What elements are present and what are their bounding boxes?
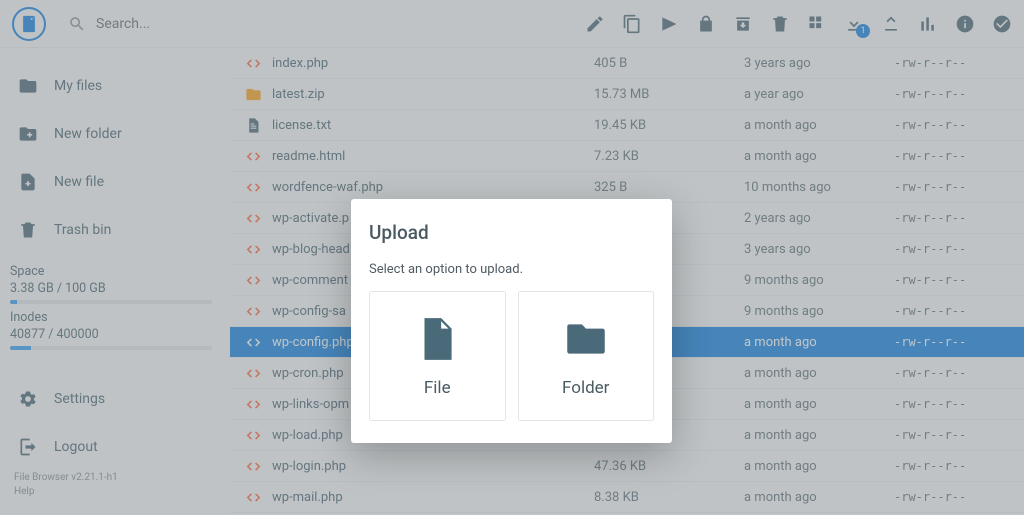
upload-folder-card[interactable]: Folder xyxy=(518,291,655,421)
upload-file-card[interactable]: File xyxy=(369,291,506,421)
dialog-prompt: Select an option to upload. xyxy=(369,262,654,277)
upload-folder-label: Folder xyxy=(562,378,609,398)
folder-large-icon xyxy=(561,314,611,364)
upload-dialog: Upload Select an option to upload. File … xyxy=(351,199,672,443)
file-icon xyxy=(412,314,462,364)
dialog-title: Upload xyxy=(369,221,654,244)
upload-file-label: File xyxy=(424,378,451,398)
